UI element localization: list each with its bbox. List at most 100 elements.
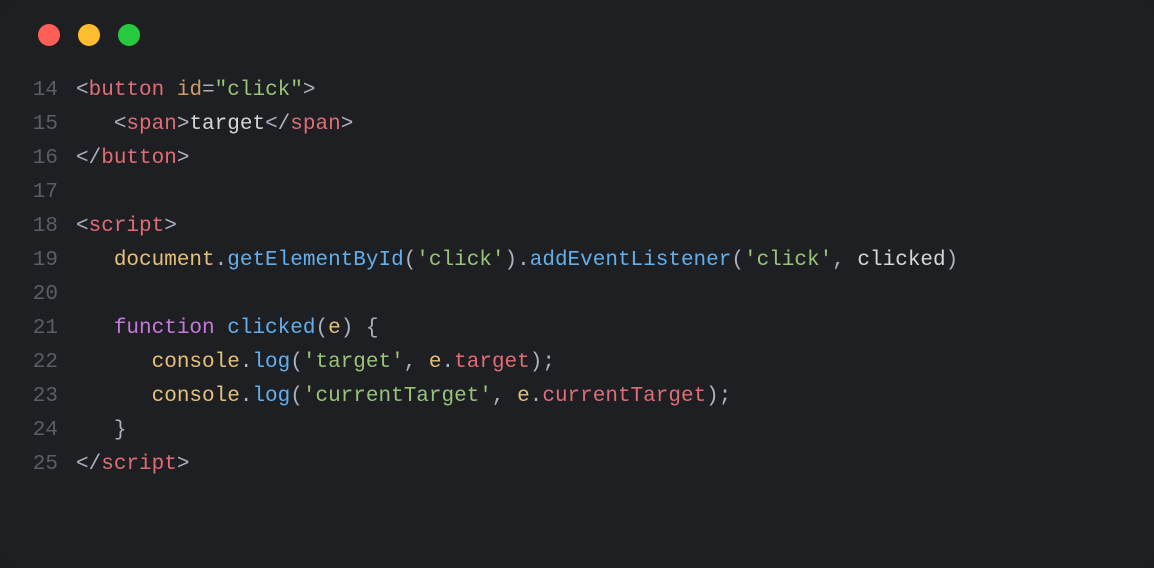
token-punct: ,	[492, 385, 517, 408]
code-content[interactable]: console.log('target', e.target);	[58, 346, 555, 380]
code-line[interactable]: 15 <span>target</span>	[14, 108, 1154, 142]
token-obj: console	[152, 385, 240, 408]
code-line[interactable]: 25</script>	[14, 448, 1154, 482]
line-number: 14	[14, 74, 58, 108]
token-punct: ).	[505, 249, 530, 272]
token-punct: >	[177, 147, 190, 170]
line-number: 15	[14, 108, 58, 142]
token-attr: id	[177, 79, 202, 102]
line-number: 22	[14, 346, 58, 380]
code-content[interactable]: function clicked(e) {	[58, 312, 379, 346]
token-punct: </	[76, 453, 101, 476]
token-obj: e	[429, 351, 442, 374]
token-punct: .	[530, 385, 543, 408]
line-number: 18	[14, 210, 58, 244]
code-line[interactable]: 16</button>	[14, 142, 1154, 176]
line-number: 23	[14, 380, 58, 414]
token-punct: (	[290, 351, 303, 374]
line-number: 20	[14, 278, 58, 312]
line-number: 19	[14, 244, 58, 278]
code-line[interactable]: 23 console.log('currentTarget', e.curren…	[14, 380, 1154, 414]
close-icon[interactable]	[38, 24, 60, 46]
token-param: e	[328, 317, 341, 340]
code-content[interactable]: console.log('currentTarget', e.currentTa…	[58, 380, 731, 414]
token-obj: e	[517, 385, 530, 408]
token-punct: >	[164, 215, 177, 238]
token-punct: }	[114, 419, 127, 442]
token-punct: );	[530, 351, 555, 374]
token-punct: ,	[404, 351, 429, 374]
token-str: 'currentTarget'	[303, 385, 492, 408]
code-content[interactable]: <button id="click">	[58, 74, 316, 108]
token-str: 'click'	[416, 249, 504, 272]
token-obj: console	[152, 351, 240, 374]
window-controls	[0, 24, 1154, 74]
token-punct: >	[303, 79, 316, 102]
code-content[interactable]: document.getElementById('click').addEven…	[58, 244, 958, 278]
token-txt: target	[189, 113, 265, 136]
token-punct: ,	[832, 249, 857, 272]
token-punct: =	[202, 79, 215, 102]
token-tagname: span	[126, 113, 176, 136]
token-punct: (	[731, 249, 744, 272]
token-txt	[164, 79, 177, 102]
token-punct: .	[442, 351, 455, 374]
token-punct: >	[177, 113, 190, 136]
token-punct: .	[215, 249, 228, 272]
code-line[interactable]: 21 function clicked(e) {	[14, 312, 1154, 346]
token-punct: >	[177, 453, 190, 476]
token-kw: function	[114, 317, 215, 340]
token-punct: </	[76, 147, 101, 170]
token-punct: );	[706, 385, 731, 408]
token-punct: <	[76, 215, 89, 238]
code-editor[interactable]: 14<button id="click">15 <span>target</sp…	[0, 74, 1154, 482]
token-obj: document	[114, 249, 215, 272]
token-str: 'click'	[744, 249, 832, 272]
token-meth: addEventListener	[530, 249, 732, 272]
token-punct: .	[240, 385, 253, 408]
token-punct: .	[240, 351, 253, 374]
code-line[interactable]: 14<button id="click">	[14, 74, 1154, 108]
token-tagname: script	[101, 453, 177, 476]
code-line[interactable]: 20	[14, 278, 1154, 312]
token-punct: (	[290, 385, 303, 408]
token-punct: <	[76, 79, 89, 102]
token-meth: log	[252, 351, 290, 374]
token-tagname: button	[101, 147, 177, 170]
code-line[interactable]: 17	[14, 176, 1154, 210]
code-line[interactable]: 24 }	[14, 414, 1154, 448]
code-content[interactable]: <span>target</span>	[58, 108, 353, 142]
token-punct: (	[404, 249, 417, 272]
code-content[interactable]: </script>	[58, 448, 189, 482]
token-punct: ) {	[341, 317, 379, 340]
line-number: 24	[14, 414, 58, 448]
code-content[interactable]: </button>	[58, 142, 189, 176]
token-txt	[215, 317, 228, 340]
line-number: 21	[14, 312, 58, 346]
token-prop: currentTarget	[542, 385, 706, 408]
code-line[interactable]: 19 document.getElementById('click').addE…	[14, 244, 1154, 278]
line-number: 16	[14, 142, 58, 176]
token-punct: (	[315, 317, 328, 340]
token-punct: </	[265, 113, 290, 136]
token-tagname: span	[290, 113, 340, 136]
token-tagname: script	[89, 215, 165, 238]
code-content[interactable]: <script>	[58, 210, 177, 244]
line-number: 25	[14, 448, 58, 482]
token-fnname: clicked	[227, 317, 315, 340]
code-line[interactable]: 18<script>	[14, 210, 1154, 244]
token-punct: <	[114, 113, 127, 136]
code-editor-window: 14<button id="click">15 <span>target</sp…	[0, 0, 1154, 568]
line-number: 17	[14, 176, 58, 210]
token-txt: clicked	[857, 249, 945, 272]
minimize-icon[interactable]	[78, 24, 100, 46]
zoom-icon[interactable]	[118, 24, 140, 46]
token-punct: >	[341, 113, 354, 136]
token-prop: target	[454, 351, 530, 374]
code-line[interactable]: 22 console.log('target', e.target);	[14, 346, 1154, 380]
code-content[interactable]: }	[58, 414, 126, 448]
token-meth: getElementById	[227, 249, 403, 272]
token-tagname: button	[89, 79, 165, 102]
token-str: "click"	[215, 79, 303, 102]
token-str: 'target'	[303, 351, 404, 374]
